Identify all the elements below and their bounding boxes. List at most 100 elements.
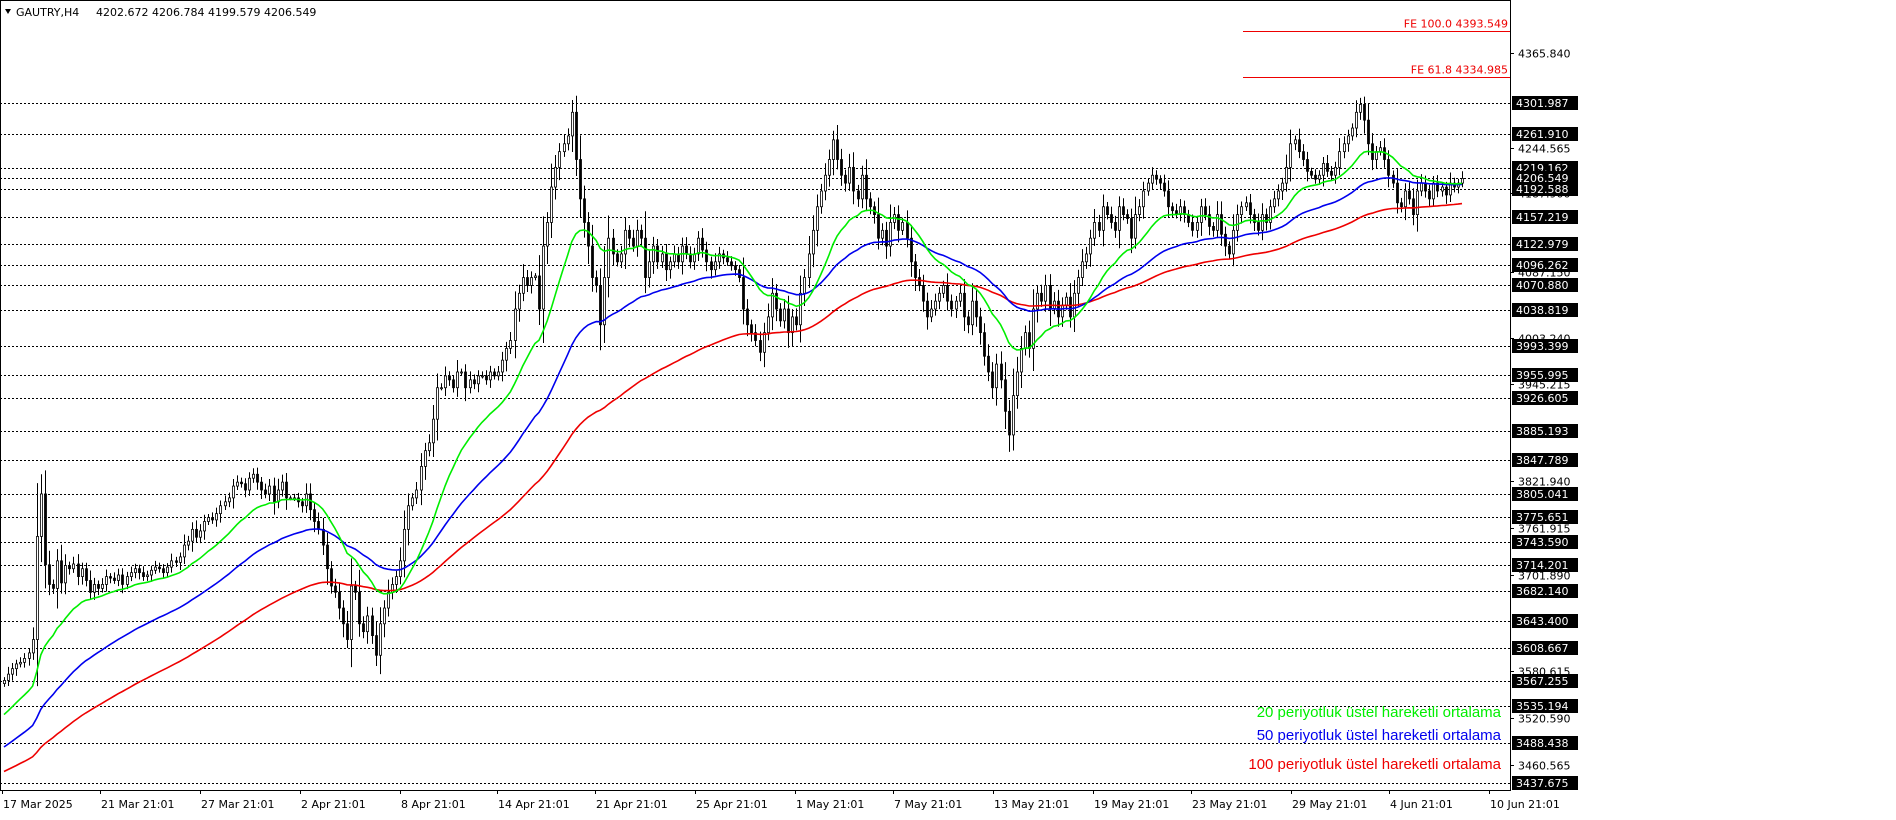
candle-body (1040, 292, 1043, 302)
candle-body (844, 174, 847, 184)
candle-body (697, 237, 700, 255)
candle-body (64, 565, 67, 584)
candle-body (342, 607, 345, 625)
candle-body (1142, 190, 1145, 208)
candle-body (93, 584, 96, 593)
candle-body (1240, 206, 1243, 215)
candle-body (926, 300, 929, 318)
candle-body (881, 229, 884, 239)
candle-body (142, 572, 145, 577)
candle-body (1036, 292, 1039, 310)
time-axis[interactable]: 17 Mar 2025 21 Mar 21:01 27 Mar 21:01 2 Apr… (2, 790, 1560, 811)
candle-body (640, 229, 643, 239)
candle-body (1159, 178, 1162, 184)
candle-body (1355, 111, 1358, 129)
candle-body (407, 505, 410, 530)
candle-body (1081, 261, 1084, 278)
candle-body (1122, 206, 1125, 215)
level-price-label: 3885.193 (1516, 425, 1569, 438)
price-axis[interactable]: 4365.8404244.5654187.9004087.1504003.240… (1510, 48, 1578, 791)
x-tick-label: 4 Jun 21:01 (1390, 798, 1453, 811)
level-price-label: 3488.438 (1516, 737, 1569, 750)
candle-body (832, 139, 835, 160)
candle-body (1155, 174, 1158, 180)
candle-body (415, 489, 418, 499)
candle-body (1191, 222, 1194, 231)
candle-body (1310, 170, 1313, 176)
level-price-label: 3437.675 (1516, 777, 1569, 790)
candle-body (228, 497, 231, 503)
candle-body (268, 485, 271, 495)
candle-body (358, 591, 361, 625)
candle-body (644, 237, 647, 278)
candle-body (158, 566, 161, 570)
candle-body (534, 275, 537, 278)
plot-area[interactable] (0, 0, 1511, 791)
symbol-dropdown-icon[interactable] (5, 9, 11, 14)
candle-body (56, 560, 59, 589)
level-price-label: 3714.201 (1516, 559, 1569, 572)
candle-body (371, 615, 374, 636)
candle-body (3, 680, 6, 684)
candle-body (1416, 190, 1419, 215)
y-tick-label: 3821.940 (1518, 476, 1571, 489)
candle-body (518, 292, 521, 310)
candle-body (1016, 371, 1019, 396)
y-tick-label: 3460.565 (1518, 760, 1571, 773)
candle-body (509, 340, 512, 349)
candle-body (1232, 229, 1235, 255)
candle-body (1334, 166, 1337, 176)
candle-body (1261, 214, 1264, 231)
candle-body (277, 489, 280, 503)
candle-body (1359, 104, 1362, 113)
candle-body (183, 544, 186, 558)
candle-body (922, 285, 925, 302)
candle-body (734, 265, 737, 271)
candle-body (101, 584, 104, 589)
candle-body (1343, 143, 1346, 153)
candle-body (861, 174, 864, 200)
candle-body (11, 668, 14, 675)
candle-body (542, 245, 545, 310)
candle-body (1130, 218, 1133, 239)
candle-body (244, 483, 247, 491)
candle-body (166, 566, 169, 574)
candle-body (395, 576, 398, 585)
candle-body (665, 253, 668, 271)
x-tick-label: 21 Apr 21:01 (596, 798, 668, 811)
fibo-expansion[interactable]: FE 100.0 4393.549 FE 61.8 4334.985 (1243, 18, 1510, 78)
candle-body (23, 658, 26, 663)
y-tick-label: 4365.840 (1518, 48, 1571, 61)
level-lines (0, 103, 1510, 784)
candle-body (126, 576, 129, 585)
price-chart[interactable]: FE 100.0 4393.549 FE 61.8 4334.985 4365.8… (0, 0, 1896, 820)
x-tick-label: 29 May 21:01 (1292, 798, 1367, 811)
candle-body (1012, 395, 1015, 436)
candle-body (15, 663, 18, 670)
candle-body (1000, 363, 1003, 381)
candle-body (591, 245, 594, 278)
candle-body (563, 143, 566, 153)
candle-body (661, 253, 664, 263)
level-price-label: 3993.399 (1516, 340, 1569, 353)
candle-body (1445, 186, 1448, 196)
candle-body (72, 563, 75, 570)
candle-body (1306, 159, 1309, 172)
level-price-label: 3608.667 (1516, 642, 1569, 655)
level-price-label: 3567.255 (1516, 675, 1569, 688)
candle-body (1061, 304, 1064, 318)
candle-body (444, 375, 447, 389)
candle-body (179, 556, 182, 563)
candle-body (599, 285, 602, 326)
candle-body (1281, 182, 1284, 192)
candle-body (481, 375, 484, 378)
candle-body (1138, 206, 1141, 215)
candle-body (1220, 214, 1223, 235)
candle-body (889, 222, 892, 247)
candle-body (1163, 182, 1166, 192)
candle-body (138, 568, 141, 574)
candle-body (68, 565, 71, 570)
candle-body (750, 324, 753, 334)
candle-body (19, 661, 22, 665)
candle-body (595, 277, 598, 286)
